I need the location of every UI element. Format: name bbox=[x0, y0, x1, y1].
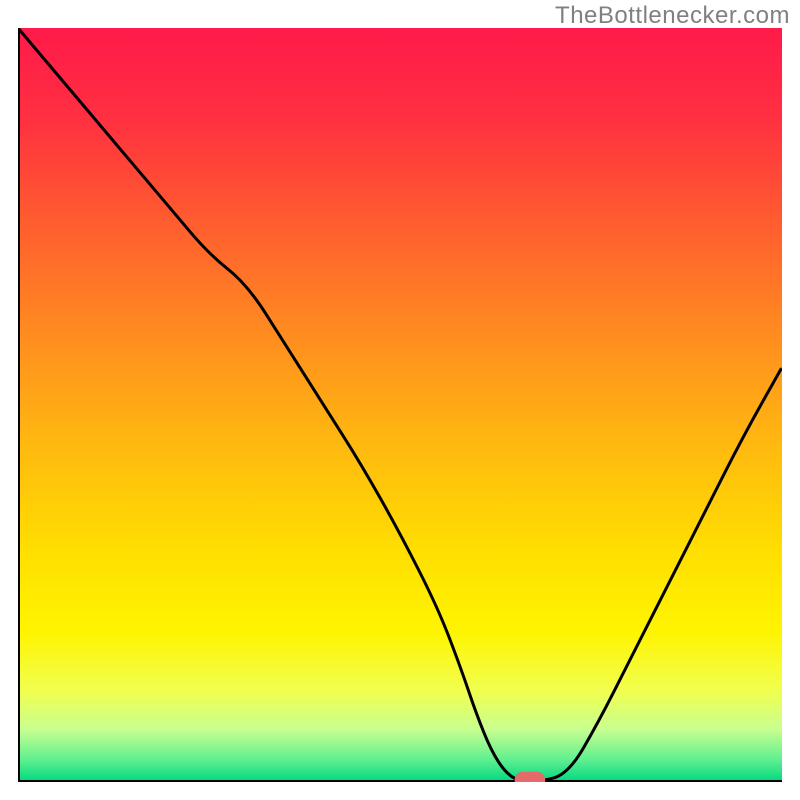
optimal-marker bbox=[515, 772, 546, 782]
bottleneck-chart bbox=[18, 28, 782, 782]
gradient-background bbox=[18, 28, 782, 782]
plot-area bbox=[18, 28, 782, 782]
watermark-text: TheBottlenecker.com bbox=[555, 2, 790, 30]
chart-stage: TheBottlenecker.com bbox=[0, 0, 800, 800]
